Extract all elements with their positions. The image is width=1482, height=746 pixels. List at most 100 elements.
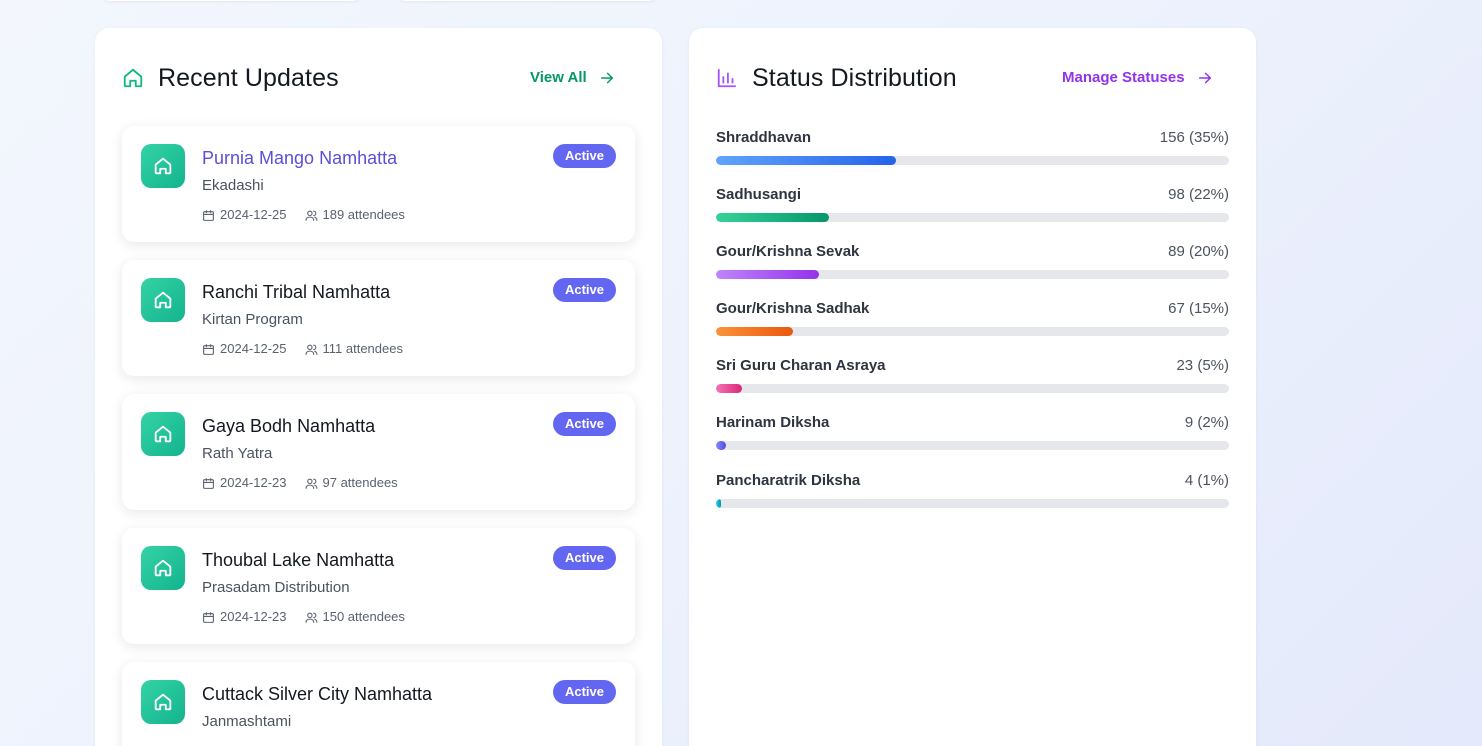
home-icon [154,291,172,309]
status-row: Gour/Krishna Sadhak 67 (15%) [716,299,1229,339]
view-all-label: View All [530,69,587,86]
card-meta: 2024-12-23 150 attendees [202,608,423,626]
attendees-meta: 97 attendees [305,474,398,492]
status-progress-fill [716,441,727,450]
status-count: 4 (1%) [1184,472,1229,489]
namhatta-icon-tile [141,546,185,590]
update-card[interactable]: Ranchi Tribal Namhatta Kirtan Program 2024… [122,260,635,376]
date-meta: 2024-12-23 [202,474,287,492]
status-count: 89 (20%) [1168,243,1229,260]
status-badge: Active [552,680,616,704]
namhatta-title[interactable]: Thoubal Lake Namhatta [202,548,394,572]
status-count: 9 (2%) [1184,414,1229,431]
update-card[interactable]: Thoubal Lake Namhatta Prasadam Distributi… [122,528,635,644]
calendar-icon [203,477,214,489]
date-meta: 2024-12-25 [202,340,287,358]
status-badge: Active [552,278,616,302]
attendees-meta: 150 attendees [305,608,405,626]
status-progress-track [716,441,1229,450]
manage-statuses-link[interactable]: Manage Statuses [1062,67,1213,89]
manage-statuses-label: Manage Statuses [1062,69,1185,86]
status-count: 98 (22%) [1168,186,1229,203]
users-icon [305,344,317,355]
card-meta: 2024-12-25 189 attendees [202,206,423,224]
status-label: Gour/Krishna Sevak [716,243,860,260]
event-name: Kirtan Program [202,311,303,328]
event-date: 2024-12-23 [220,742,287,746]
status-progress-fill [716,499,722,508]
status-label: Pancharatrik Diksha [716,472,861,489]
status-progress-track [716,156,1229,165]
status-label: Harinam Diksha [716,414,830,431]
event-date: 2024-12-23 [220,609,287,624]
status-badge: Active [552,144,616,168]
status-progress-track [716,213,1229,222]
event-name: Janmashtami [202,713,292,730]
arrow-right-icon [600,72,613,84]
status-row: Gour/Krishna Sevak 89 (20%) [716,242,1229,282]
attendee-count: 97 attendees [322,475,398,490]
home-icon [154,693,172,711]
home-icon [154,425,172,443]
status-count: 23 (5%) [1176,357,1229,374]
status-progress-fill [716,156,896,165]
status-progress-fill [716,327,793,336]
status-badge: Active [552,546,616,570]
attendees-meta: 111 attendees [305,340,403,358]
namhatta-title[interactable]: Ranchi Tribal Namhatta [202,280,390,304]
status-distribution-panel: Status Distribution Manage Statuses Shra… [689,28,1256,746]
namhatta-title[interactable]: Purnia Mango Namhatta [202,146,397,170]
status-row: Sri Guru Charan Asraya 23 (5%) [716,356,1229,396]
top-card-stub-right [396,0,658,1]
top-card-stub-left [100,0,362,1]
event-date: 2024-12-25 [220,341,287,356]
status-row: Harinam Diksha 9 (2%) [716,413,1229,453]
attendee-count: 189 attendees [322,207,405,222]
namhatta-icon-tile [141,278,185,322]
attendee-count: 111 attendees [322,341,403,356]
date-meta: 2024-12-25 [202,206,287,224]
users-icon [305,612,317,623]
namhatta-icon-tile [141,680,185,724]
status-progress-fill [716,384,742,393]
status-progress-track [716,499,1229,508]
event-name: Rath Yatra [202,445,273,462]
status-row: Shraddhavan 156 (35%) [716,128,1229,168]
attendees-meta: 189 attendees [305,206,405,224]
bar-chart-icon [717,68,737,88]
update-card[interactable]: Purnia Mango Namhatta Ekadashi 2024-12-25 1… [122,126,635,242]
namhatta-title[interactable]: Cuttack Silver City Namhatta [202,682,432,706]
recent-updates-panel: Recent Updates View All Purnia Mango Nam… [95,28,662,746]
attendee-count: 150 attendees [322,609,405,624]
status-distribution-header: Status Distribution Manage Statuses [716,61,1229,95]
home-icon [154,157,172,175]
date-meta: 2024-12-23 [202,742,287,746]
update-card[interactable]: Gaya Bodh Namhatta Rath Yatra 2024-12-23 97… [122,394,635,510]
event-date: 2024-12-25 [220,207,287,222]
update-card[interactable]: Cuttack Silver City Namhatta Janmashtami 2… [122,662,635,746]
event-name: Ekadashi [202,177,264,194]
recent-updates-title: Recent Updates [158,64,339,92]
users-icon [305,210,317,221]
card-meta: 2024-12-23 [202,742,305,746]
calendar-icon [203,209,214,221]
status-progress-track [716,270,1229,279]
home-icon [123,68,143,88]
event-date: 2024-12-23 [220,475,287,490]
view-all-link[interactable]: View All [530,67,615,89]
status-count: 156 (35%) [1159,129,1229,146]
event-name: Prasadam Distribution [202,579,350,596]
namhatta-icon-tile [141,412,185,456]
card-meta: 2024-12-25 111 attendees [202,340,421,358]
users-icon [305,478,317,489]
status-row: Pancharatrik Diksha 4 (1%) [716,471,1229,511]
status-progress-fill [716,213,829,222]
date-meta: 2024-12-23 [202,608,287,626]
status-badge: Active [552,412,616,436]
recent-updates-header: Recent Updates View All [122,61,635,95]
calendar-icon [203,611,214,623]
status-label: Gour/Krishna Sadhak [716,300,870,317]
status-label: Sadhusangi [716,186,802,203]
namhatta-title[interactable]: Gaya Bodh Namhatta [202,414,375,438]
status-progress-fill [716,270,819,279]
